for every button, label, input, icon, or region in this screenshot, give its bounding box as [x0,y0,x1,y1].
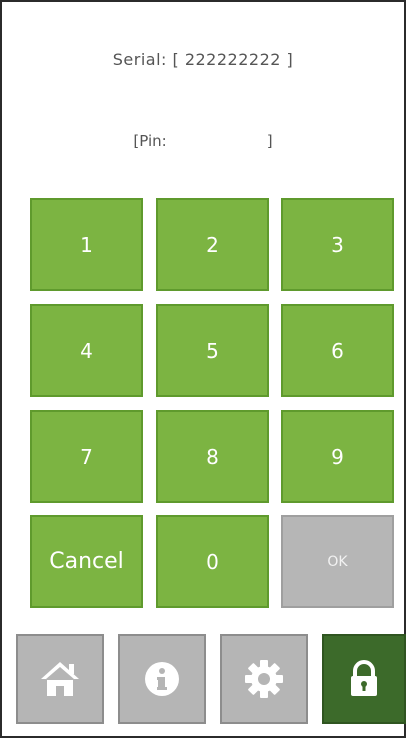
nav-home-button[interactable] [16,634,104,724]
key-1[interactable]: 1 [30,198,143,291]
pin-display: [Pin:] [2,132,404,150]
gear-icon [245,660,283,698]
info-icon [145,662,179,696]
home-icon [41,662,79,696]
key-9[interactable]: 9 [281,410,394,503]
nav-settings-button[interactable] [220,634,308,724]
pin-bracket-close: ] [266,132,273,150]
nav-info-button[interactable] [118,634,206,724]
key-4[interactable]: 4 [30,304,143,397]
ok-button[interactable]: OK [281,515,394,608]
lock-icon [351,660,377,696]
key-5[interactable]: 5 [156,304,269,397]
cancel-button[interactable]: Cancel [30,515,143,608]
pin-label: [Pin: [133,132,167,150]
key-8[interactable]: 8 [156,410,269,503]
nav-lock-button[interactable] [322,634,406,724]
key-3[interactable]: 3 [281,198,394,291]
key-0[interactable]: 0 [156,515,269,608]
key-6[interactable]: 6 [281,304,394,397]
key-2[interactable]: 2 [156,198,269,291]
app-frame: Serial: [ 222222222 ] [Pin:] 1 2 3 4 5 6… [0,0,406,738]
key-7[interactable]: 7 [30,410,143,503]
serial-label: Serial: [ 222222222 ] [112,50,294,69]
